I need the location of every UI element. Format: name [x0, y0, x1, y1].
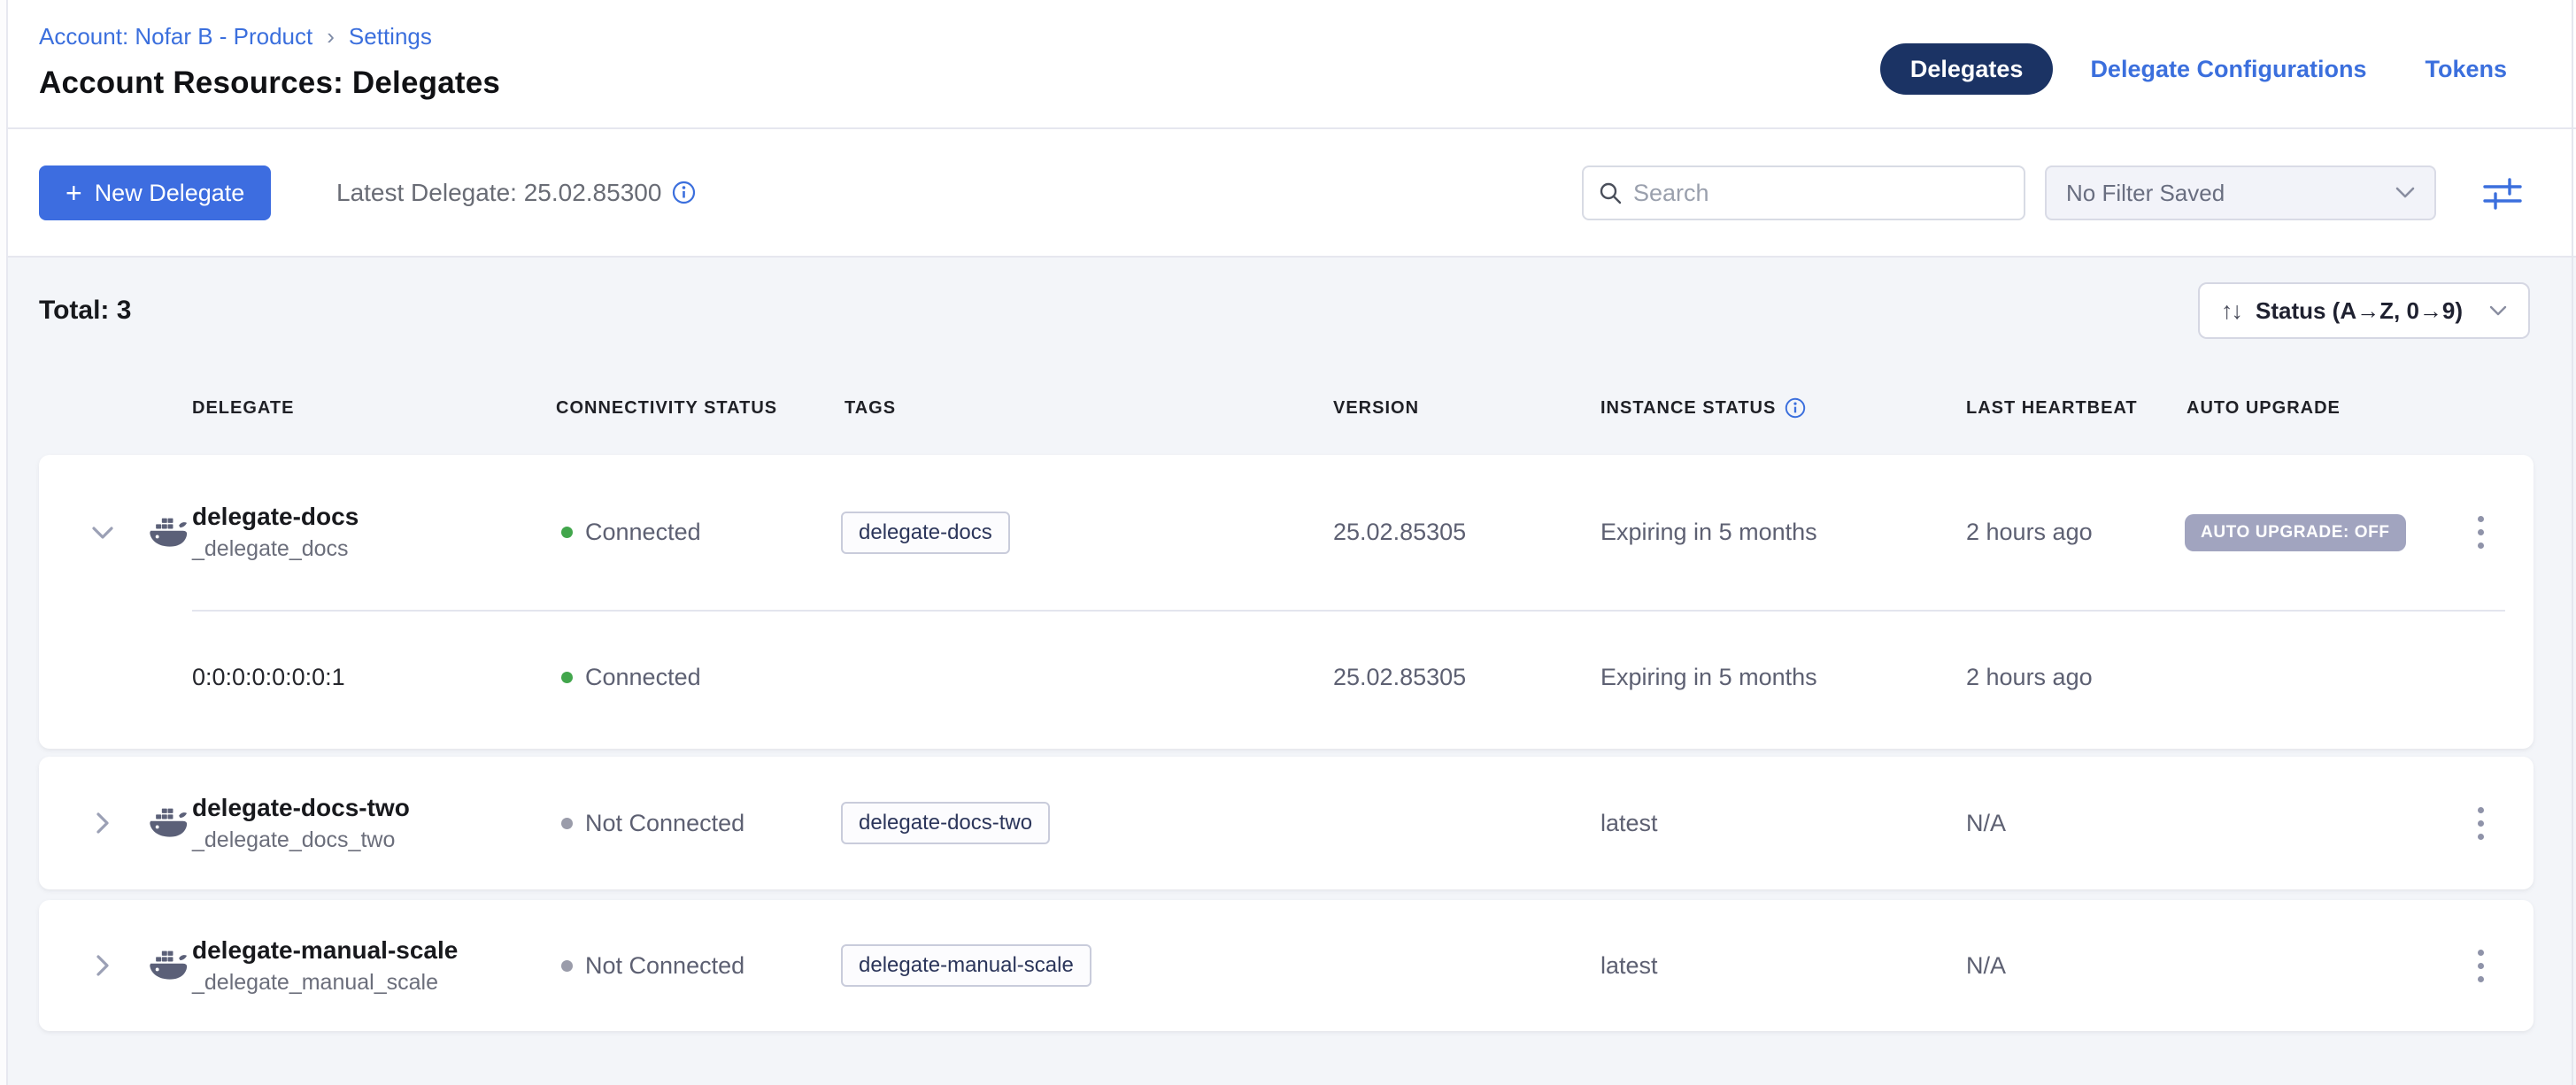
- docker-icon: [147, 900, 191, 1031]
- delegate-name-cell: delegate-manual-scale _delegate_manual_s…: [192, 900, 458, 1031]
- last-heartbeat-cell: N/A: [1966, 757, 2006, 889]
- tag-chip: delegate-docs: [841, 512, 1010, 554]
- delegate-card: delegate-docs-two _delegate_docs_two Not…: [39, 757, 2534, 889]
- new-delegate-button[interactable]: + New Delegate: [39, 165, 271, 220]
- chevron-down-icon: [2395, 187, 2415, 199]
- search-box: [1582, 165, 2025, 220]
- toolbar: + New Delegate Latest Delegate: 25.02.85…: [0, 129, 2576, 258]
- delegate-name-cell: delegate-docs _delegate_docs: [192, 455, 359, 610]
- page-title: Account Resources: Delegates: [39, 65, 500, 101]
- tab-tokens[interactable]: Tokens: [2425, 56, 2507, 83]
- delegates-list-section: Total: 3 ↑↓ Status (A→Z, 0→9) DELEGATE C…: [0, 258, 2576, 1085]
- search-icon: [1598, 181, 1623, 205]
- tags-cell: delegate-manual-scale: [841, 900, 1091, 1031]
- new-delegate-label: New Delegate: [95, 180, 245, 207]
- tab-delegates[interactable]: Delegates: [1880, 43, 2054, 95]
- plus-icon: +: [66, 179, 82, 207]
- table-row[interactable]: delegate-docs-two _delegate_docs_two Not…: [39, 757, 2534, 889]
- delegate-id: _delegate_manual_scale: [192, 970, 438, 996]
- page-header: Account: Nofar B - Product › Settings Ac…: [0, 0, 2576, 129]
- column-header-tags: TAGS: [845, 381, 896, 435]
- delegate-card: delegate-manual-scale _delegate_manual_s…: [39, 900, 2534, 1031]
- filter-sliders-icon[interactable]: [2479, 170, 2526, 218]
- column-header-auto-upgrade: AUTO UPGRADE: [2187, 381, 2341, 435]
- connectivity-label: Not Connected: [585, 810, 744, 837]
- breadcrumb-account-link[interactable]: Account: Nofar B - Product: [39, 23, 312, 50]
- instance-status-cell: Expiring in 5 months: [1600, 455, 1817, 610]
- connected-dot-icon: [561, 672, 573, 683]
- info-icon[interactable]: [1785, 397, 1806, 419]
- delegate-id: _delegate_docs_two: [192, 827, 395, 853]
- right-edge-divider: [2572, 0, 2573, 1085]
- column-header-version: VERSION: [1333, 381, 1419, 435]
- tags-cell: delegate-docs: [841, 455, 1010, 610]
- delegates-page: Account: Nofar B - Product › Settings Ac…: [0, 0, 2576, 1085]
- tag-chip: delegate-manual-scale: [841, 944, 1091, 987]
- docker-icon: [147, 757, 191, 889]
- table-row[interactable]: delegate-manual-scale _delegate_manual_s…: [39, 900, 2534, 1031]
- delegate-name-cell: delegate-docs-two _delegate_docs_two: [192, 757, 410, 889]
- table-header-row: DELEGATE CONNECTIVITY STATUS TAGS VERSIO…: [0, 381, 2576, 435]
- saved-filter-value: No Filter Saved: [2066, 180, 2225, 207]
- chevron-right-icon[interactable]: [83, 946, 122, 985]
- connectivity-status: Connected: [561, 610, 701, 745]
- version-cell: 25.02.85305: [1333, 455, 1466, 610]
- total-count: Total: 3: [39, 296, 131, 326]
- connectivity-status: Connected: [561, 455, 701, 610]
- connectivity-label: Connected: [585, 519, 701, 546]
- left-edge-divider: [0, 0, 8, 1085]
- instance-status-header-label: INSTANCE STATUS: [1600, 381, 1776, 435]
- last-heartbeat-cell: N/A: [1966, 900, 2006, 1031]
- not-connected-dot-icon: [561, 960, 573, 972]
- instance-status-cell: latest: [1600, 900, 1658, 1031]
- connectivity-label: Not Connected: [585, 952, 744, 980]
- delegate-name: delegate-manual-scale: [192, 936, 458, 965]
- table-row[interactable]: delegate-docs _delegate_docs Connected d…: [39, 455, 2534, 610]
- breadcrumb: Account: Nofar B - Product › Settings: [39, 23, 432, 50]
- sort-selected-value: Status (A→Z, 0→9): [2256, 297, 2475, 325]
- latest-delegate-info: Latest Delegate: 25.02.85300: [336, 129, 696, 256]
- tag-chip: delegate-docs-two: [841, 802, 1050, 844]
- docker-icon: [147, 455, 191, 610]
- delegate-card: delegate-docs _delegate_docs Connected d…: [39, 455, 2534, 749]
- chevron-right-icon[interactable]: [83, 804, 122, 843]
- column-header-connectivity: CONNECTIVITY STATUS: [556, 381, 777, 435]
- instance-status-cell: latest: [1600, 757, 1658, 889]
- saved-filter-select[interactable]: No Filter Saved: [2045, 165, 2436, 220]
- last-heartbeat-cell: 2 hours ago: [1966, 455, 2093, 610]
- connectivity-status: Not Connected: [561, 757, 744, 889]
- delegate-name: delegate-docs-two: [192, 794, 410, 822]
- column-header-instance-status: INSTANCE STATUS: [1600, 381, 1806, 435]
- last-heartbeat-cell: 2 hours ago: [1966, 610, 2093, 745]
- column-header-delegate: DELEGATE: [192, 381, 294, 435]
- kebab-menu-icon[interactable]: [2471, 509, 2491, 556]
- kebab-menu-icon[interactable]: [2471, 800, 2491, 847]
- breadcrumb-settings-link[interactable]: Settings: [349, 23, 432, 50]
- auto-upgrade-badge: AUTO UPGRADE: OFF: [2185, 514, 2406, 551]
- not-connected-dot-icon: [561, 818, 573, 829]
- search-input[interactable]: [1633, 180, 2009, 207]
- tags-cell: delegate-docs-two: [841, 757, 1050, 889]
- version-cell: 25.02.85305: [1333, 610, 1466, 745]
- instance-host: 0:0:0:0:0:0:0:1: [192, 610, 345, 745]
- kebab-menu-icon[interactable]: [2471, 943, 2491, 989]
- instance-status-cell: Expiring in 5 months: [1600, 610, 1817, 745]
- sort-dropdown[interactable]: ↑↓ Status (A→Z, 0→9): [2198, 282, 2530, 339]
- connectivity-label: Connected: [585, 664, 701, 691]
- delegate-instance-row[interactable]: 0:0:0:0:0:0:0:1 Connected 25.02.85305 Ex…: [39, 610, 2534, 745]
- delegate-id: _delegate_docs: [192, 536, 349, 562]
- sort-arrows-icon: ↑↓: [2221, 297, 2241, 325]
- tab-delegate-configurations[interactable]: Delegate Configurations: [2090, 56, 2366, 83]
- chevron-down-icon[interactable]: [83, 513, 122, 552]
- info-icon[interactable]: [672, 181, 696, 204]
- connectivity-status: Not Connected: [561, 900, 744, 1031]
- latest-delegate-label: Latest Delegate: 25.02.85300: [336, 179, 661, 207]
- column-header-last-heartbeat: LAST HEARTBEAT: [1966, 381, 2138, 435]
- connected-dot-icon: [561, 527, 573, 538]
- breadcrumb-separator-icon: ›: [327, 23, 335, 50]
- summary-row: Total: 3 ↑↓ Status (A→Z, 0→9): [39, 282, 2530, 339]
- chevron-down-icon: [2489, 305, 2507, 317]
- delegate-name: delegate-docs: [192, 503, 359, 531]
- resource-tabs: Delegates Delegate Configurations Tokens: [1880, 42, 2507, 96]
